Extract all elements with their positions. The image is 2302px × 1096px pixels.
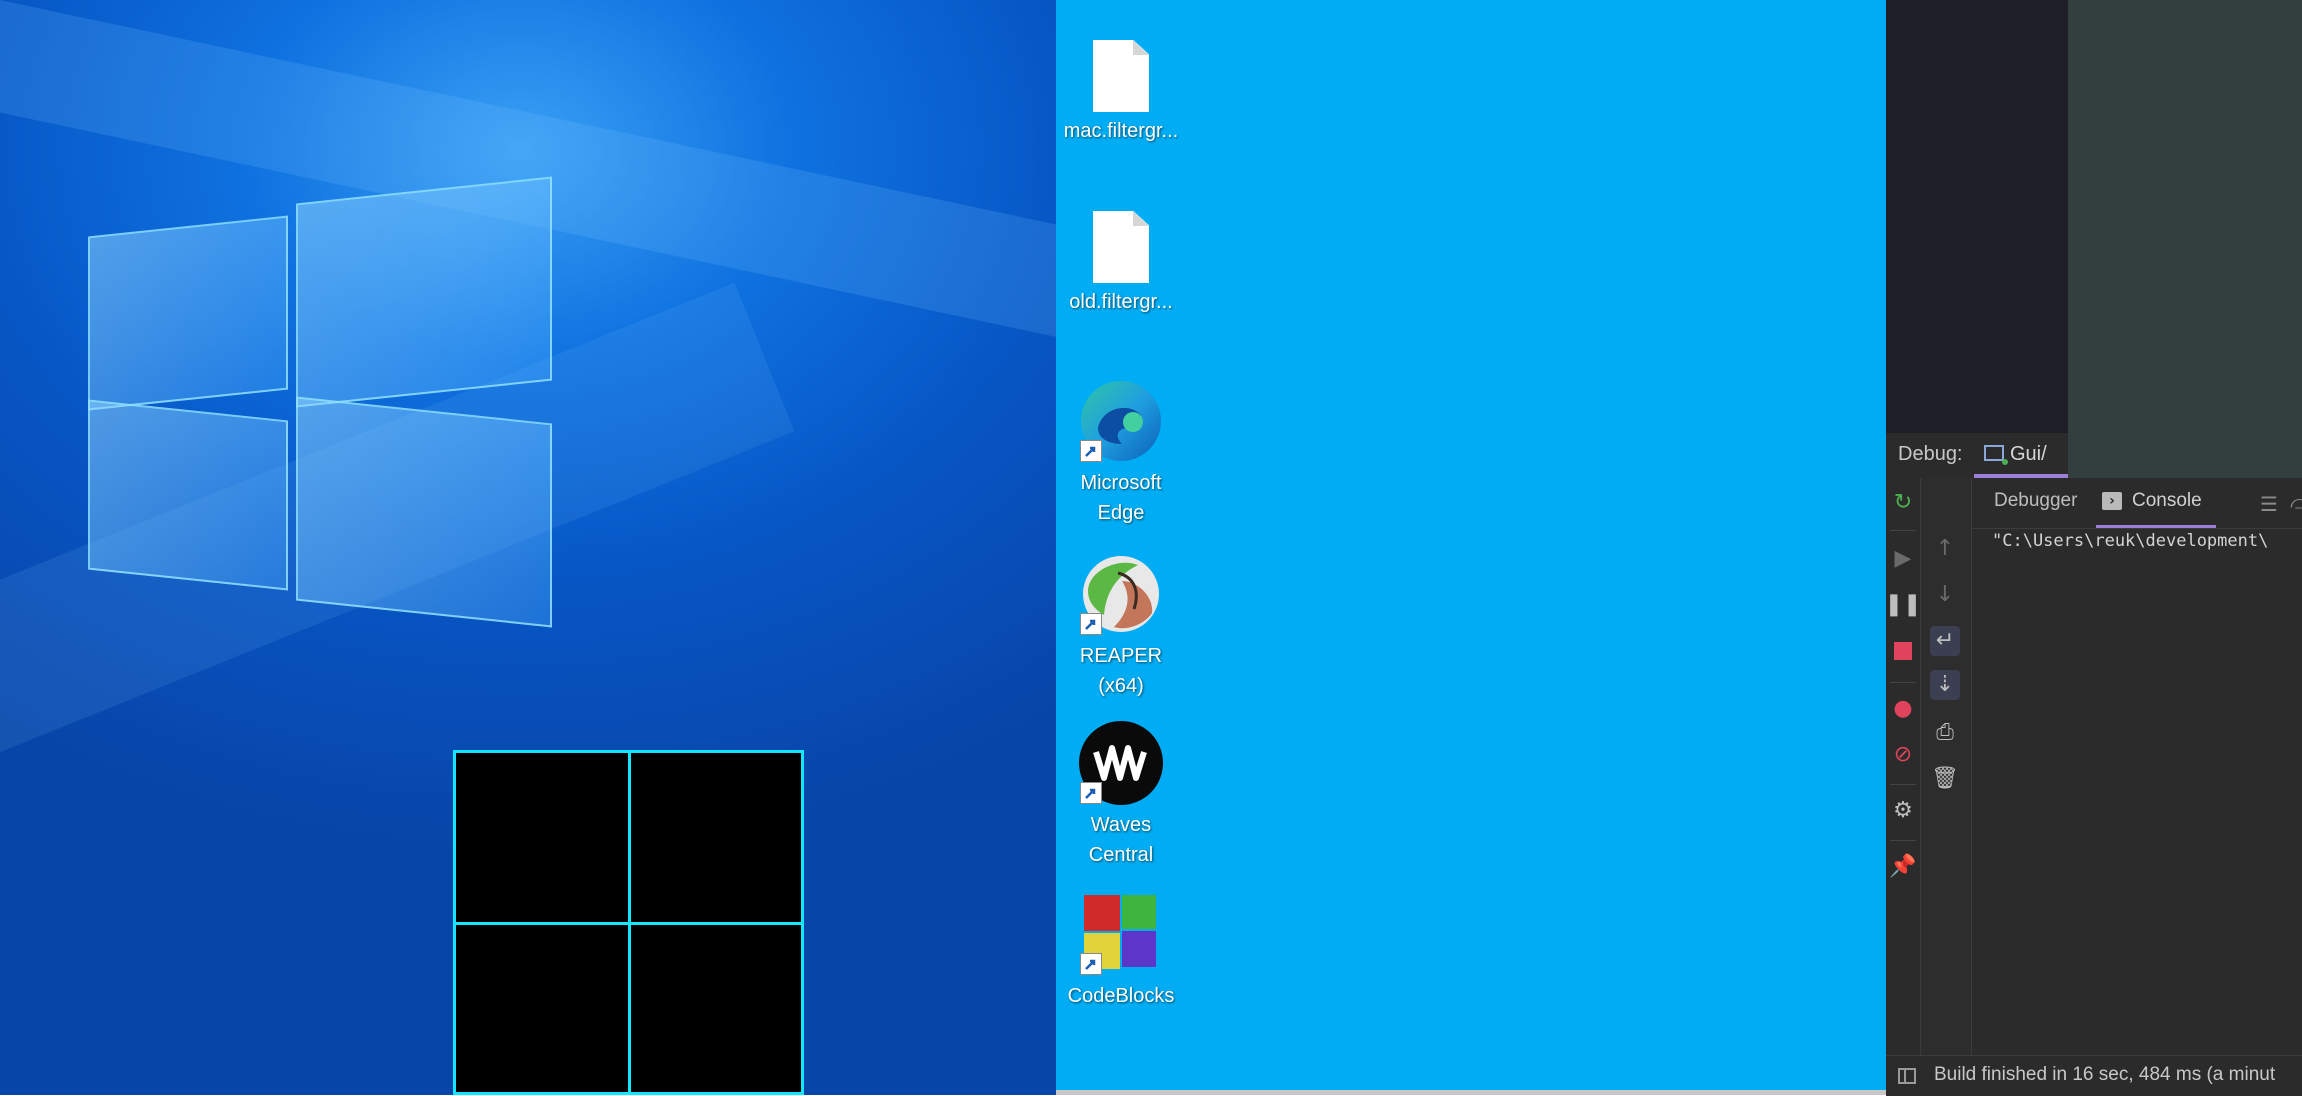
windows-logo-pane bbox=[88, 399, 288, 591]
arrow-down-icon[interactable]: ↓ bbox=[1930, 580, 1960, 610]
shortcut-arrow-icon bbox=[1080, 613, 1102, 635]
debug-label: Debug: bbox=[1898, 443, 1963, 465]
desktop-item-waves-central[interactable]: Waves Central bbox=[1056, 720, 1186, 870]
step-over-icon[interactable]: ⤼ bbox=[2290, 490, 2302, 514]
tab-debugger[interactable]: Debugger bbox=[1994, 490, 2077, 512]
list-icon[interactable]: ☰ bbox=[2260, 492, 2278, 516]
tab-gui[interactable]: Gui/ bbox=[1974, 433, 2068, 478]
desktop-item-label: mac.filtergr... bbox=[1063, 120, 1179, 142]
file-icon bbox=[1093, 40, 1149, 112]
tab-console-label: Console bbox=[2132, 490, 2202, 511]
editor-area[interactable] bbox=[1886, 0, 2068, 433]
window-icon bbox=[1984, 445, 2008, 465]
console-icon: › bbox=[2102, 492, 2122, 510]
desktop-item-label: REAPER (x64) bbox=[1079, 645, 1163, 697]
view-breakpoints-icon[interactable]: ● bbox=[1888, 694, 1918, 724]
tab-gui-label: Gui/ bbox=[2010, 443, 2047, 465]
debug-toolbar: Debug: Gui/ bbox=[1886, 433, 2068, 479]
reaper-icon bbox=[1078, 551, 1164, 637]
wallpaper bbox=[0, 0, 1056, 1095]
pause-icon[interactable]: ❚❚ bbox=[1885, 590, 1922, 620]
waves-icon bbox=[1078, 720, 1164, 806]
scroll-to-end-icon[interactable]: ⇣ bbox=[1930, 670, 1960, 700]
windows-logo-pane bbox=[296, 176, 552, 408]
shortcut-arrow-icon bbox=[1080, 953, 1102, 975]
settings-icon[interactable]: ⚙ bbox=[1888, 796, 1918, 826]
desktop-item-label: old.filtergr... bbox=[1069, 291, 1173, 313]
windows-logo-pane bbox=[88, 215, 288, 411]
desktop-item-old-filtergraph[interactable]: old.filtergr... bbox=[1056, 211, 1186, 317]
desktop-item-mac-filtergraph[interactable]: mac.filtergr... bbox=[1056, 40, 1186, 146]
console-actions-column: ↑ ↓ ↵ ⇣ ⎙ 🗑 bbox=[1921, 478, 1972, 1055]
codeblocks-icon bbox=[1078, 891, 1164, 977]
ide-panel: Debug: Gui/ ↻ ▶ ❚❚ ● ⊘ ⚙ 📌 ↑ ↓ ↵ ⇣ ⎙ 🗑 D… bbox=[1885, 0, 2302, 1096]
pin-icon[interactable]: 📌 bbox=[1888, 852, 1918, 882]
stop-icon[interactable] bbox=[1888, 636, 1918, 666]
desktop: mac.filtergr... old.filtergr... Microsof… bbox=[1056, 0, 1886, 1095]
status-text: Build finished in 16 sec, 484 ms (a minu… bbox=[1934, 1064, 2276, 1085]
desktop-item-codeblocks[interactable]: CodeBlocks bbox=[1056, 891, 1186, 1011]
desktop-item-label: Waves Central bbox=[1088, 814, 1154, 866]
print-icon[interactable]: ⎙ bbox=[1930, 718, 1960, 748]
preview-window[interactable] bbox=[2068, 0, 2302, 484]
panel-toggle-icon[interactable] bbox=[1898, 1068, 1916, 1084]
desktop-item-microsoft-edge[interactable]: Microsoft Edge bbox=[1056, 378, 1186, 528]
edge-icon bbox=[1078, 378, 1164, 464]
status-bar: Build finished in 16 sec, 484 ms (a minu… bbox=[1886, 1055, 2302, 1096]
rerun-icon[interactable]: ↻ bbox=[1888, 488, 1918, 518]
shortcut-arrow-icon bbox=[1080, 440, 1102, 462]
console-line: "C:\Users\reuk\development\ bbox=[1992, 531, 2269, 551]
trash-icon[interactable]: 🗑 bbox=[1930, 764, 1960, 794]
shortcut-arrow-icon bbox=[1080, 782, 1102, 804]
debug-actions-column: ↻ ▶ ❚❚ ● ⊘ ⚙ 📌 bbox=[1885, 478, 1922, 1055]
soft-wrap-icon[interactable]: ↵ bbox=[1930, 626, 1960, 656]
desktop-item-reaper[interactable]: REAPER (x64) bbox=[1056, 551, 1186, 701]
file-icon bbox=[1093, 211, 1149, 283]
desktop-item-label: Microsoft Edge bbox=[1080, 472, 1162, 524]
tab-console[interactable]: › Console bbox=[2096, 478, 2216, 528]
debug-tabs: Debugger › Console ☰ ⤼ bbox=[1972, 478, 2302, 529]
windows-logo-pane bbox=[296, 396, 552, 628]
mute-breakpoints-icon[interactable]: ⊘ bbox=[1888, 740, 1918, 770]
taskbar-edge bbox=[1056, 1090, 1886, 1095]
console-output[interactable]: "C:\Users\reuk\development\ bbox=[1972, 529, 2302, 1055]
resume-icon[interactable]: ▶ bbox=[1888, 544, 1918, 574]
arrow-up-icon[interactable]: ↑ bbox=[1930, 534, 1960, 564]
desktop-item-label: CodeBlocks bbox=[1067, 985, 1175, 1007]
